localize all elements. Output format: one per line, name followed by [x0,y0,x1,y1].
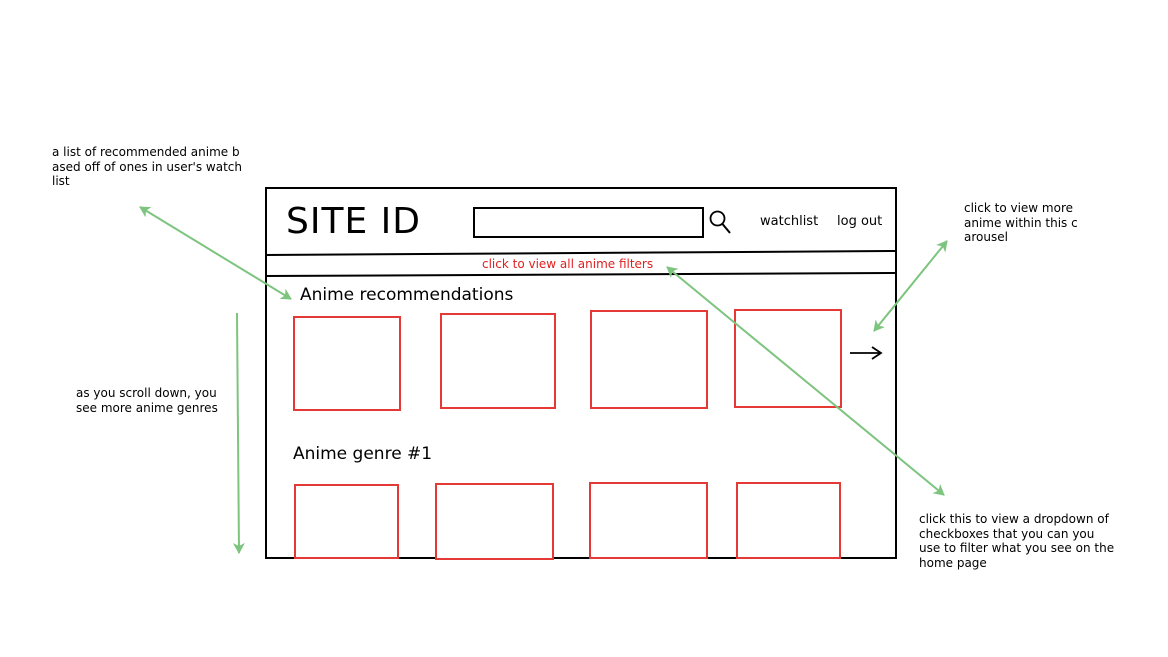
section-title-recommendations: Anime recommendations [300,285,514,305]
filter-annotation: click this to view a dropdown of checkbo… [919,512,1114,570]
annotation-arrow [232,312,245,554]
anime-card[interactable] [435,483,554,560]
annotation-line: click to view more [964,201,1074,215]
annotation-line: as you scroll down, you [76,386,217,400]
annotation-line: checkboxes that you can you [919,526,1095,541]
annotation-line: arousel [964,230,1008,244]
logout-link[interactable]: log out [837,214,882,229]
carousel-next-arrow-icon[interactable] [848,344,884,362]
site-title[interactable]: SITE ID [286,201,421,242]
annotation-line: ased off of ones in user's watch [52,159,242,174]
filter-bar-link[interactable]: click to view all anime filters [482,257,653,271]
annotation-line: home page [919,555,987,570]
recommended-annotation: a list of recommended anime b ased off o… [52,145,242,189]
anime-card[interactable] [440,313,556,409]
search-input[interactable] [473,207,704,238]
search-icon[interactable] [708,209,732,235]
annotation-line: click this to view a dropdown of [919,512,1109,526]
anime-card[interactable] [590,310,708,409]
annotation-line: a list of recommended anime b [52,145,240,159]
annotation-line: use to filter what you see on the [919,541,1115,555]
anime-card[interactable] [589,482,708,559]
section-title-genre: Anime genre #1 [293,444,433,464]
annotation-line: anime within this c [964,215,1078,230]
anime-card[interactable] [736,482,841,559]
annotation-line: see more anime genres [76,400,218,415]
scroll-annotation: as you scroll down, you see more anime g… [76,386,218,415]
annotation-line: list [52,174,70,188]
carousel-annotation: click to view more anime within this c a… [964,201,1078,245]
anime-card[interactable] [294,484,399,559]
anime-card[interactable] [734,309,842,408]
watchlist-link[interactable]: watchlist [760,214,818,229]
anime-card[interactable] [293,316,401,411]
